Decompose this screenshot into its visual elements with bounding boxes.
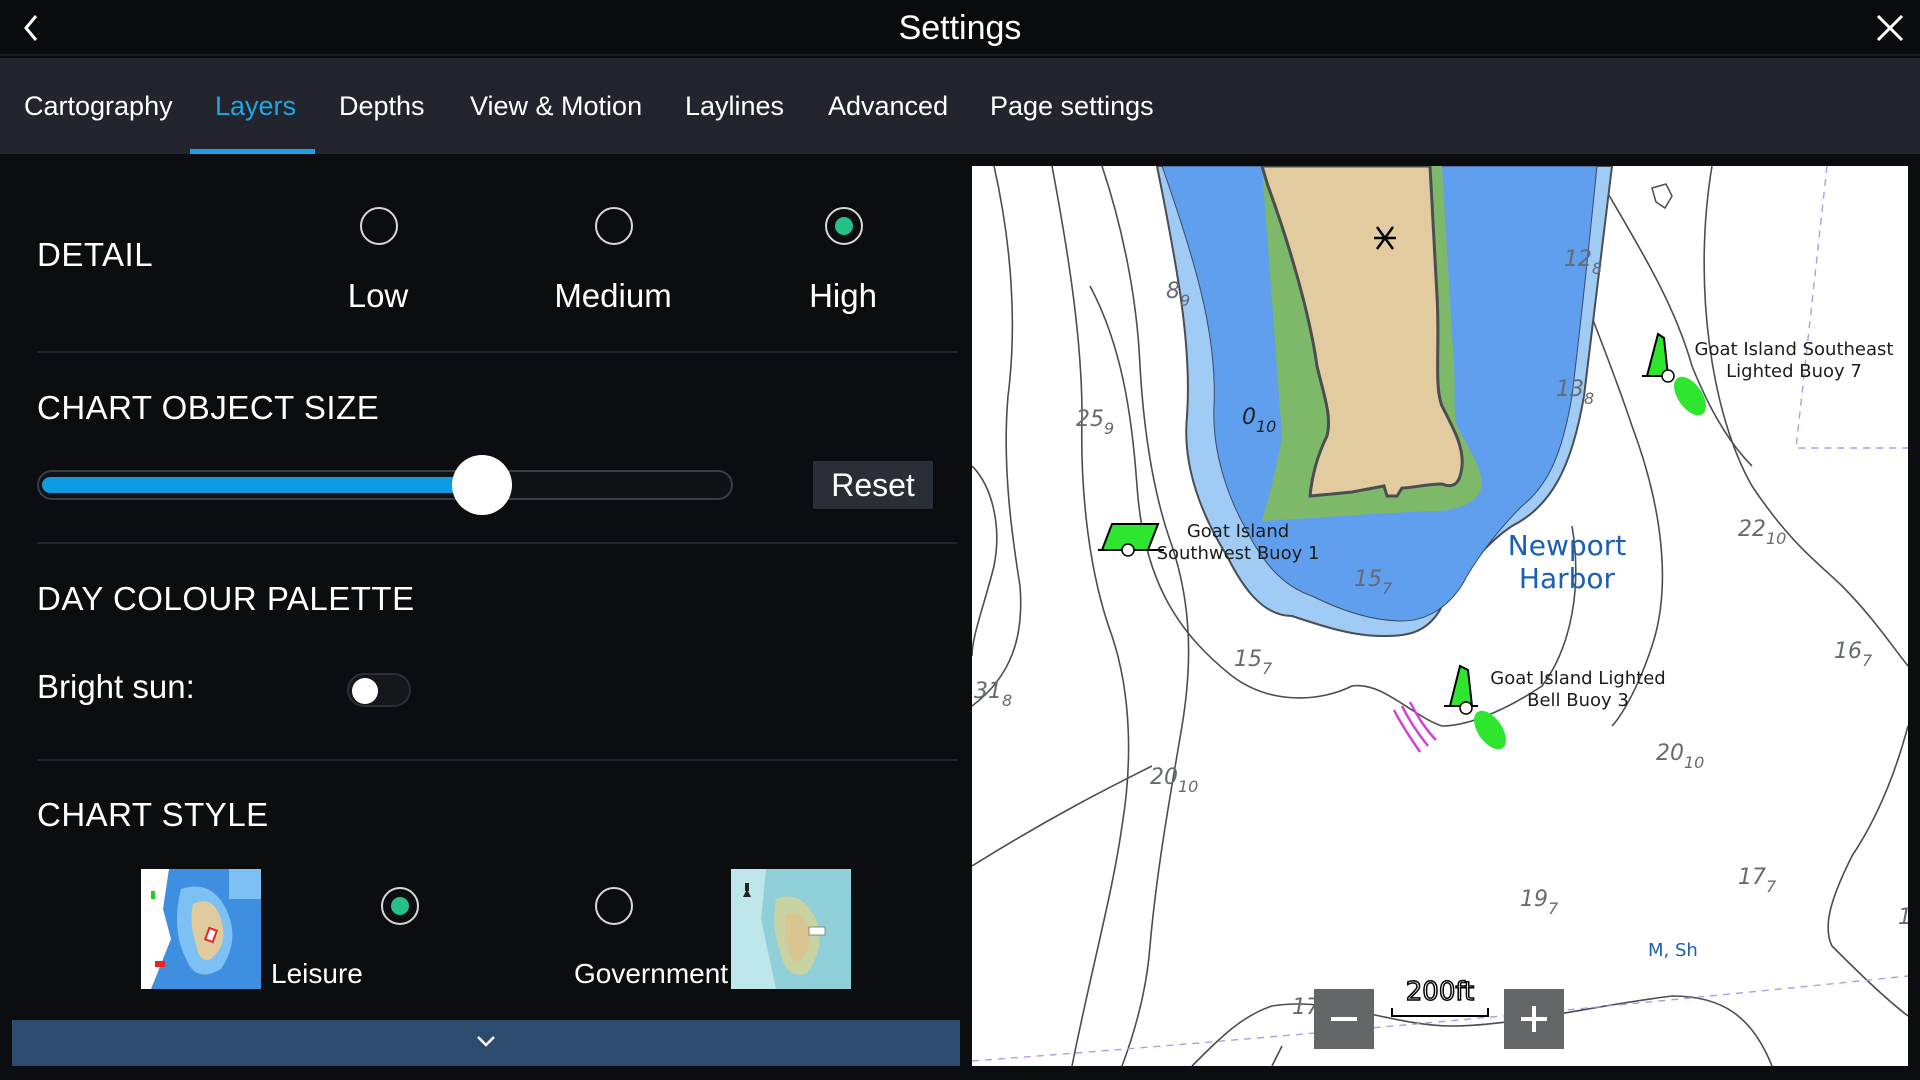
settings-tabs: Cartography Layers Depths View & Motion …: [0, 58, 1920, 154]
svg-text:167: 167: [1834, 639, 1873, 670]
svg-text:157: 157: [1234, 647, 1273, 678]
chart-style-title: CHART STYLE: [37, 796, 269, 833]
tab-advanced[interactable]: Advanced: [828, 58, 948, 154]
tab-view-motion[interactable]: View & Motion: [470, 58, 642, 154]
object-size-slider-fill: [42, 477, 483, 493]
detail-medium-radio[interactable]: [595, 207, 633, 245]
tab-page-settings[interactable]: Page settings: [990, 58, 1154, 154]
chevron-left-icon: [24, 15, 38, 41]
buoy-sw-1[interactable]: Goat Island Southwest Buoy 1: [1098, 521, 1319, 564]
plus-icon: [1521, 1006, 1547, 1032]
tab-cartography[interactable]: Cartography: [24, 58, 173, 154]
detail-low-radio[interactable]: [360, 207, 398, 245]
svg-text:2010: 2010: [1150, 765, 1198, 796]
svg-text:2010: 2010: [1656, 741, 1704, 772]
svg-text:Harbor: Harbor: [1519, 562, 1616, 595]
buoy-se-lighted-7[interactable]: Goat Island Southeast Lighted Buoy 7: [1642, 332, 1894, 421]
object-size-slider-thumb[interactable]: [452, 455, 513, 515]
minus-icon: [1331, 1017, 1357, 1021]
leisure-style-thumbnail[interactable]: [141, 869, 261, 989]
detail-high-label: High: [809, 277, 877, 314]
page-title: Settings: [898, 9, 1022, 47]
back-button[interactable]: [10, 8, 54, 48]
svg-text:Newport: Newport: [1508, 529, 1626, 562]
svg-text:Goat Island Lighted: Goat Island Lighted: [1490, 668, 1665, 689]
bright-sun-label: Bright sun:: [37, 668, 195, 705]
tab-layers[interactable]: Layers: [215, 58, 296, 154]
government-style-thumbnail[interactable]: [731, 869, 851, 989]
divider: [37, 351, 957, 353]
bottom-type-label: M, Sh: [1648, 940, 1698, 961]
svg-text:Lighted Buoy 7: Lighted Buoy 7: [1726, 361, 1862, 382]
close-button[interactable]: [1868, 8, 1912, 48]
reset-button[interactable]: Reset: [813, 461, 933, 509]
government-map-preview: [731, 869, 851, 989]
chevron-down-icon: [477, 1036, 495, 1047]
leisure-label: Leisure: [271, 958, 363, 989]
toggle-knob: [352, 678, 378, 704]
svg-text:177: 177: [1738, 865, 1777, 896]
place-label-newport-harbor: Newport Harbor: [1508, 529, 1626, 595]
svg-text:1: 1: [1898, 905, 1908, 930]
zoom-out-button[interactable]: [1314, 989, 1374, 1049]
divider: [37, 759, 957, 761]
government-label: Government: [574, 958, 729, 989]
tab-depths[interactable]: Depths: [339, 58, 425, 154]
rock-outline-icon: [1651, 183, 1673, 210]
svg-text:Southwest Buoy 1: Southwest Buoy 1: [1157, 543, 1320, 564]
show-more-bar[interactable]: [12, 1020, 960, 1066]
detail-low-label: Low: [347, 277, 409, 314]
buoy-lighted-bell-3[interactable]: Goat Island Lighted Bell Buoy 3: [1392, 664, 1666, 755]
scale-bar-graphic: 200ft: [1391, 976, 1489, 1017]
detail-medium-label: Medium: [554, 277, 672, 314]
svg-text:197: 197: [1520, 887, 1559, 918]
nautical-chart: 128 89 138 259 010 2210 157 157 167 318 …: [972, 166, 1908, 1066]
leisure-radio[interactable]: [381, 887, 419, 925]
scale-label: 200ft: [1406, 977, 1475, 1007]
tab-laylines[interactable]: Laylines: [685, 58, 784, 154]
svg-text:Goat Island Southeast: Goat Island Southeast: [1695, 339, 1894, 360]
scale-bar: 200ft: [1390, 974, 1490, 1020]
detail-title: DETAIL: [37, 236, 154, 273]
close-icon: [1876, 14, 1904, 42]
detail-high-radio[interactable]: [825, 207, 863, 245]
day-colour-palette-title: DAY COLOUR PALETTE: [37, 580, 415, 617]
chart-preview[interactable]: 128 89 138 259 010 2210 157 157 167 318 …: [972, 166, 1908, 1066]
leisure-map-preview: [141, 869, 261, 989]
divider: [37, 542, 957, 544]
government-radio[interactable]: [595, 887, 633, 925]
svg-text:318: 318: [974, 679, 1012, 710]
svg-text:Bell Buoy 3: Bell Buoy 3: [1527, 690, 1629, 711]
active-tab-indicator: [190, 149, 315, 154]
zoom-in-button[interactable]: [1504, 989, 1564, 1049]
title-bar: Settings: [0, 0, 1920, 56]
svg-text:Goat Island: Goat Island: [1187, 521, 1289, 542]
chart-object-size-title: CHART OBJECT SIZE: [37, 389, 380, 426]
bright-sun-toggle[interactable]: [347, 673, 411, 707]
